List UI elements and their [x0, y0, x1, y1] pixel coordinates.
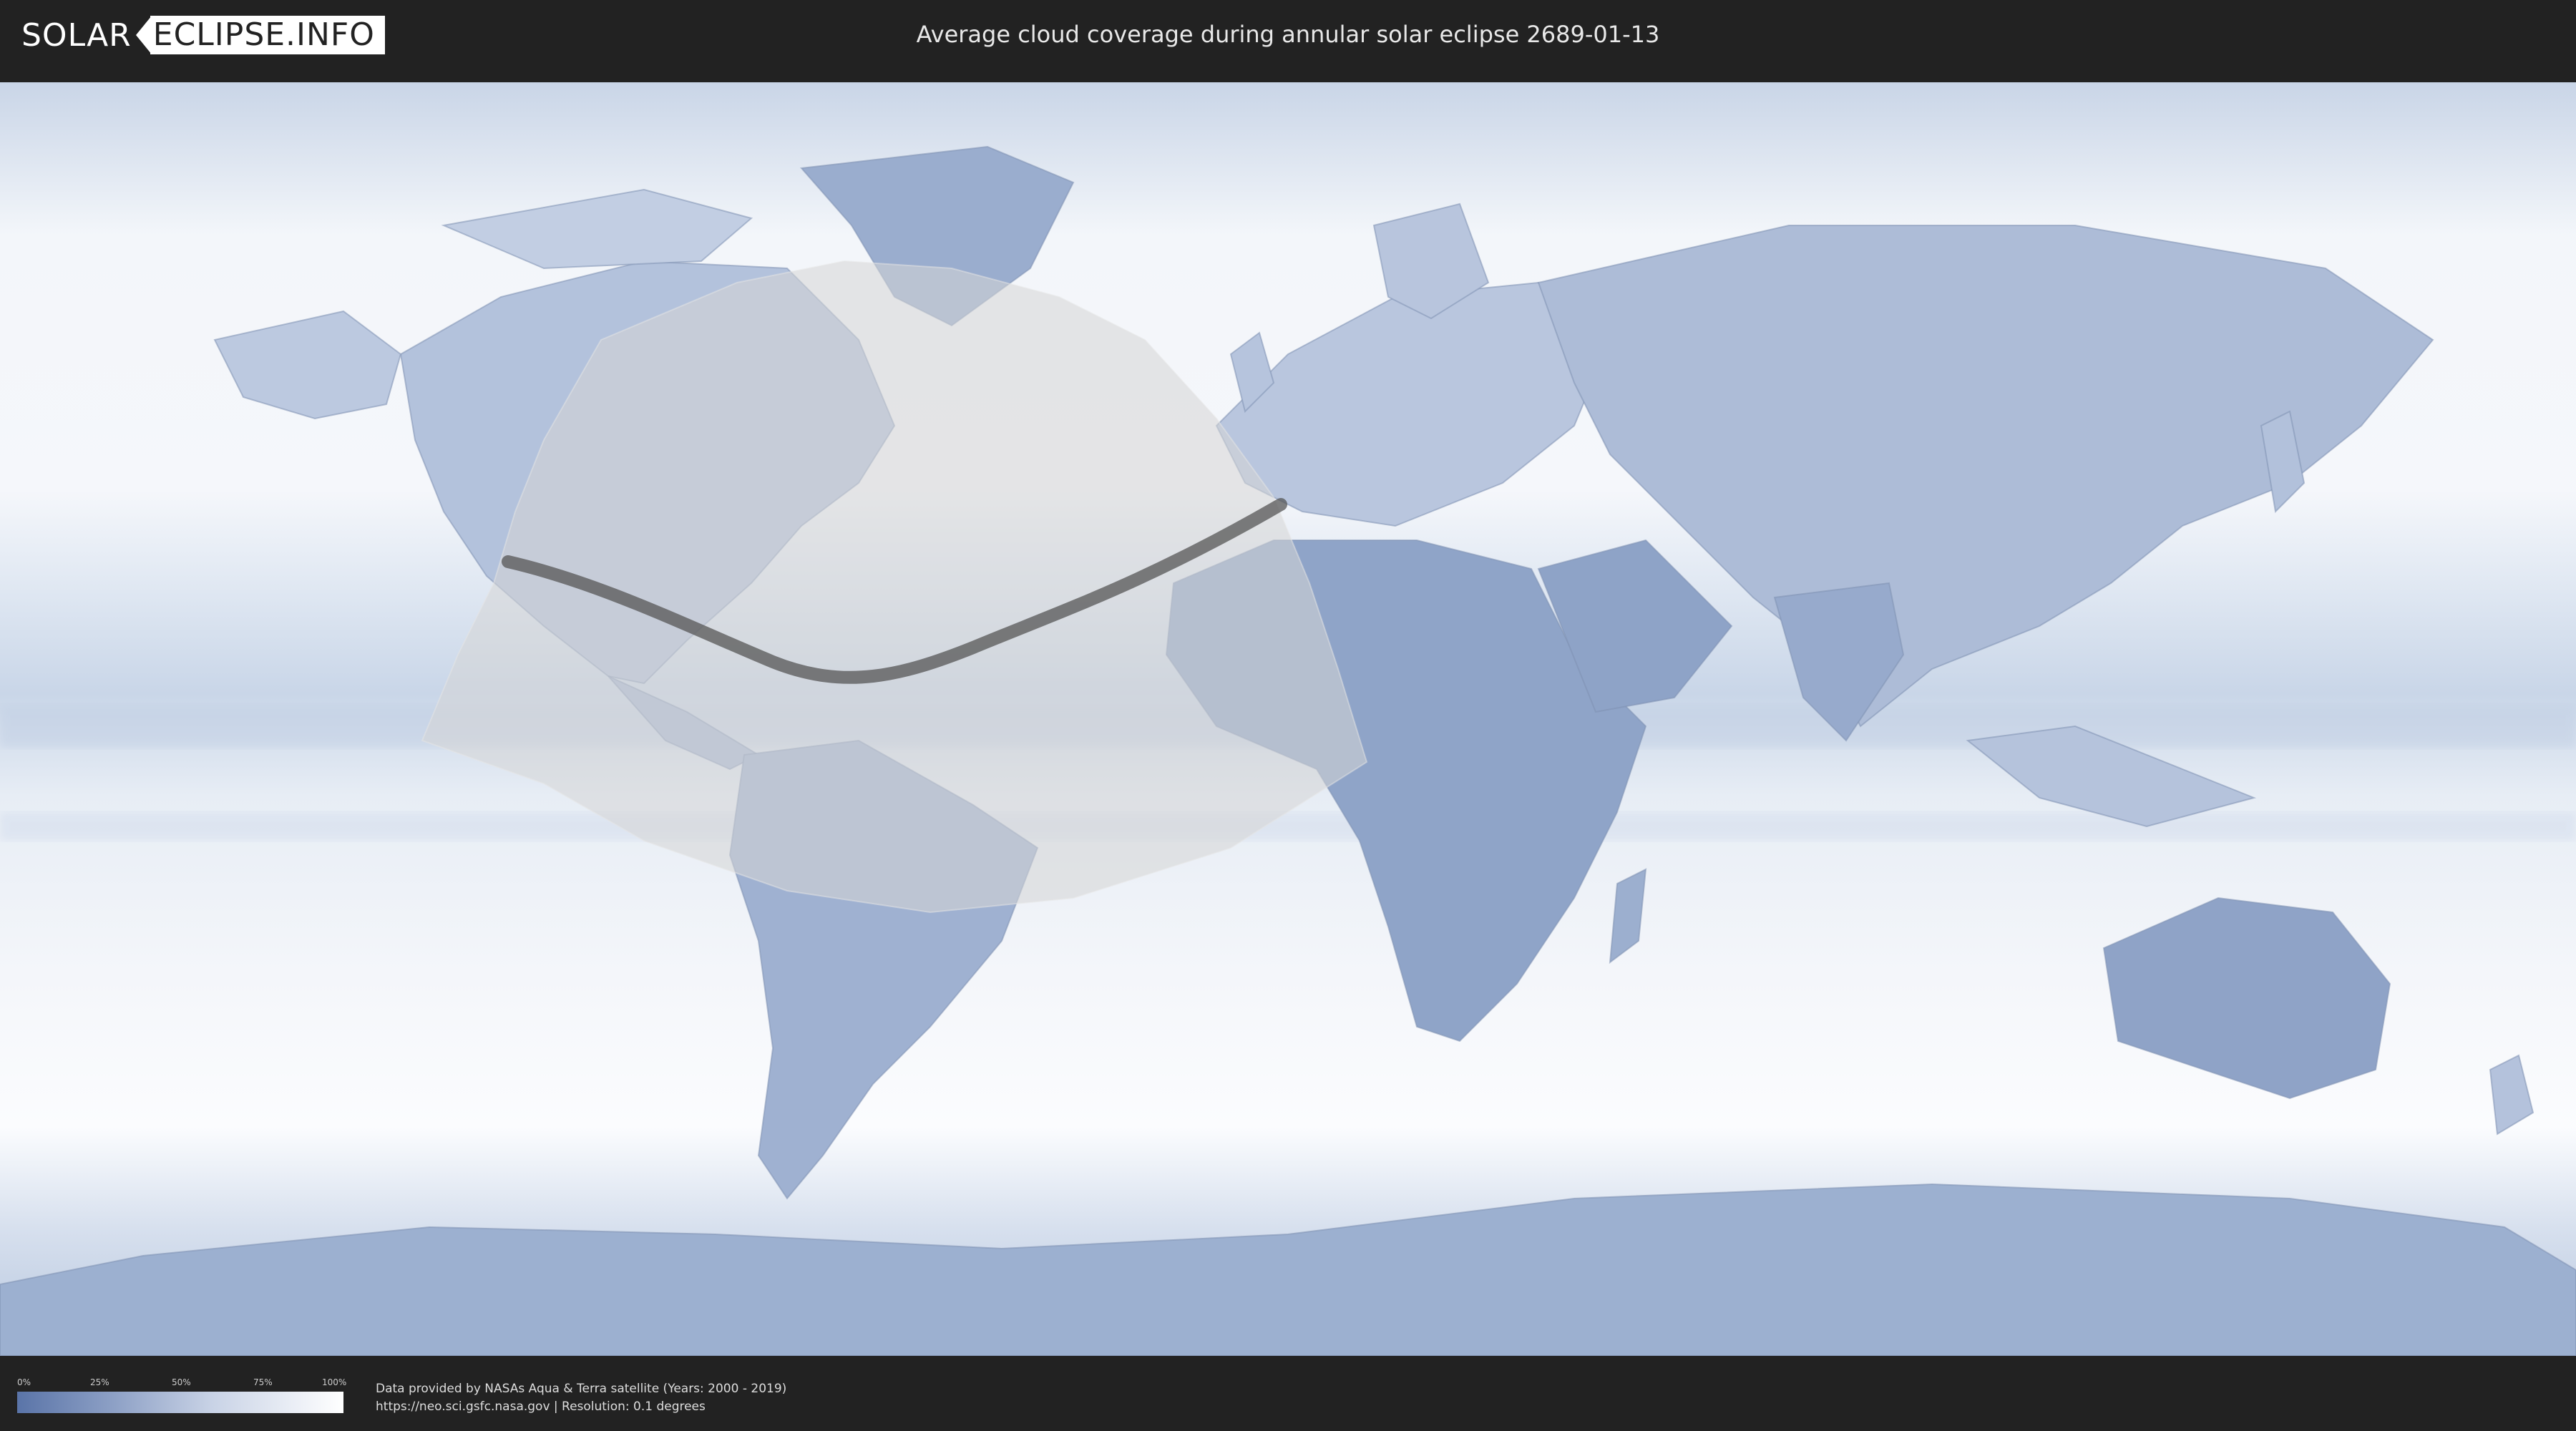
cloud-coverage-legend: 0% 25% 50% 75% 100% [17, 1377, 347, 1413]
legend-tick-0: 0% [17, 1377, 31, 1387]
legend-color-bar [17, 1392, 343, 1413]
cloud-band [0, 812, 2576, 841]
header: SOLAR ECLIPSE.INFO Average cloud coverag… [0, 0, 2576, 72]
legend-ticks: 0% 25% 50% 75% 100% [17, 1377, 347, 1389]
page: SOLAR ECLIPSE.INFO Average cloud coverag… [0, 0, 2576, 1431]
data-credits: Data provided by NASAs Aqua & Terra sate… [376, 1380, 786, 1416]
credits-line-1: Data provided by NASAs Aqua & Terra sate… [376, 1382, 787, 1396]
credits-line-2: https://neo.sci.gsfc.nasa.gov | Resoluti… [376, 1400, 706, 1414]
cloud-coverage-map[interactable] [0, 82, 2576, 1356]
legend-tick-100: 100% [322, 1377, 347, 1387]
page-title: Average cloud coverage during annular so… [916, 21, 1660, 48]
legend-tick-25: 25% [90, 1377, 109, 1387]
world-map-svg [0, 82, 2576, 1356]
legend-tick-75: 75% [253, 1377, 273, 1387]
footer: 0% 25% 50% 75% 100% Data provided by NAS… [0, 1356, 2576, 1431]
legend-tick-50: 50% [172, 1377, 191, 1387]
